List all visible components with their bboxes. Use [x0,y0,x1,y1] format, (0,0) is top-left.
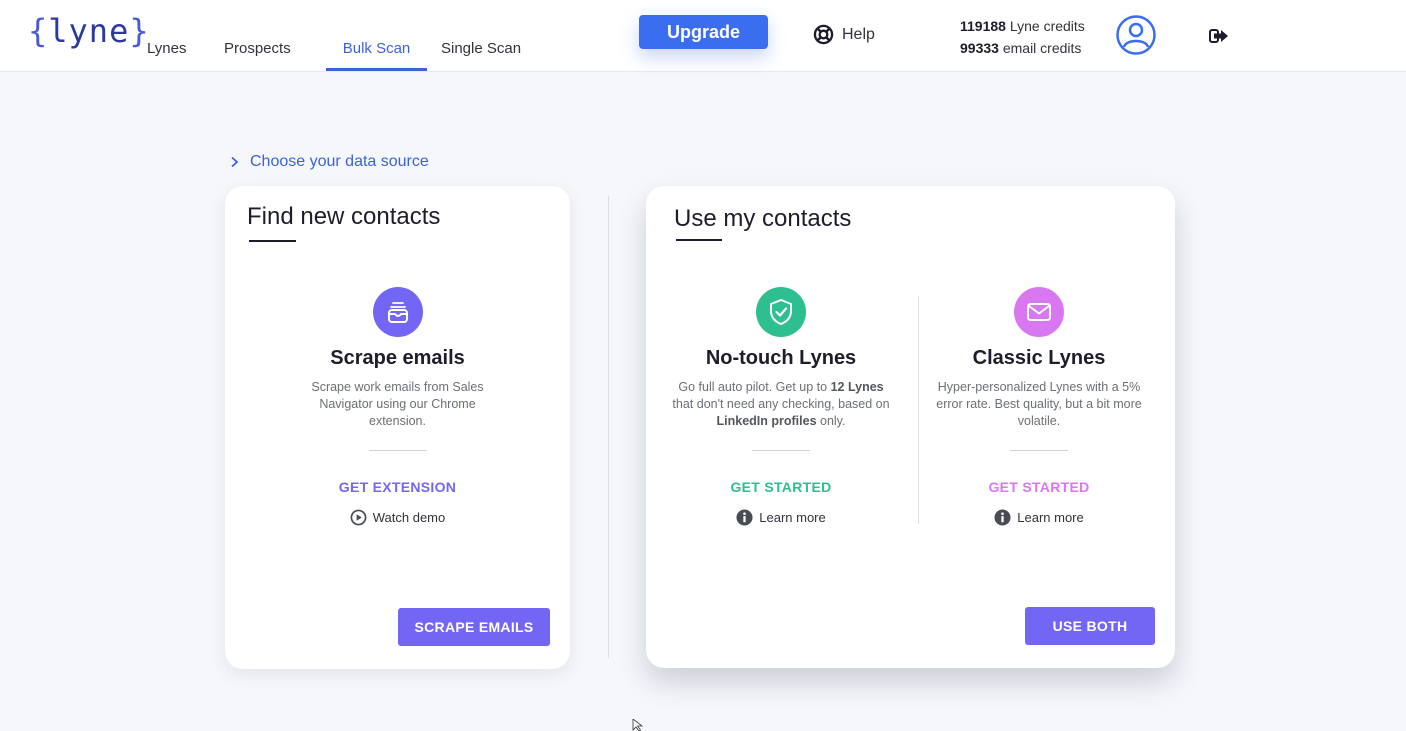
email-credits: 99333 email credits [960,40,1082,56]
classic-get-started-link[interactable]: GET STARTED [928,479,1150,495]
card-title: Use my contacts [674,205,852,232]
help-label: Help [842,25,875,43]
tab-bulk-scan[interactable]: Bulk Scan [326,40,427,71]
tab-lynes[interactable]: Lynes [147,40,186,71]
option-description: Go full auto pilot. Get up to 12 Lynes t… [672,380,890,428]
watch-demo-link[interactable]: Watch demo [265,509,530,526]
lyne-credits: 119188 Lyne credits [960,18,1085,34]
option-title: Classic Lynes [972,347,1106,369]
watch-demo-label: Watch demo [372,510,446,525]
title-underline [676,239,722,241]
shield-check-icon [756,287,806,337]
options-divider [918,296,919,524]
use-both-button[interactable]: USE BOTH [1025,607,1155,645]
info-circle-icon [736,509,753,526]
info-circle-icon [994,509,1011,526]
help-link[interactable]: Help [813,24,875,45]
lifebuoy-icon [813,24,834,45]
no-touch-lynes-option: No-touch Lynes Go full auto pilot. Get u… [666,287,896,526]
top-navbar: {lyne} Lynes Prospects Bulk Scan Single … [0,0,1406,72]
option-description: Hyper-personalized Lynes with a 5% error… [936,380,1142,428]
upgrade-button[interactable]: Upgrade [639,15,768,49]
learn-more-label: Learn more [759,510,826,525]
option-separator [1010,450,1068,451]
lyne-logo[interactable]: {lyne} [28,12,150,50]
option-title: No-touch Lynes [705,347,857,369]
classic-lynes-option: Classic Lynes Hyper-personalized Lynes w… [928,287,1150,526]
logout-icon[interactable] [1209,27,1229,45]
card-title: Find new contacts [247,203,441,230]
find-new-contacts-card: Find new contacts Scrape emails Scrape w… [225,186,570,669]
mouse-cursor-icon [632,719,644,731]
learn-more-label: Learn more [1017,510,1084,525]
no-touch-learn-more-link[interactable]: Learn more [666,509,896,526]
chevron-right-icon [231,156,239,168]
section-divider [608,196,609,658]
data-source-breadcrumb[interactable]: Choose your data source [230,153,429,171]
option-separator [368,450,427,451]
credits-info: 119188 Lyne credits 99333 email credits [960,15,1085,59]
option-description: Scrape work emails from Sales Navigator … [311,380,484,428]
no-touch-get-started-link[interactable]: GET STARTED [666,479,896,495]
user-avatar-icon[interactable] [1116,15,1156,55]
scrape-emails-option: Scrape emails Scrape work emails from Sa… [265,287,530,526]
get-extension-link[interactable]: GET EXTENSION [265,479,530,495]
scrape-emails-button[interactable]: SCRAPE EMAILS [398,608,550,646]
option-separator [752,450,810,451]
envelope-icon [1014,287,1064,337]
inbox-icon [372,287,423,337]
title-underline [249,240,296,242]
play-circle-icon [350,509,367,526]
option-title: Scrape emails [330,347,465,369]
breadcrumb-label: Choose your data source [250,153,429,170]
tab-prospects[interactable]: Prospects [224,40,291,71]
tab-single-scan[interactable]: Single Scan [441,40,521,71]
classic-learn-more-link[interactable]: Learn more [928,509,1150,526]
use-my-contacts-card: Use my contacts No-touch Lynes Go full a… [646,186,1175,668]
